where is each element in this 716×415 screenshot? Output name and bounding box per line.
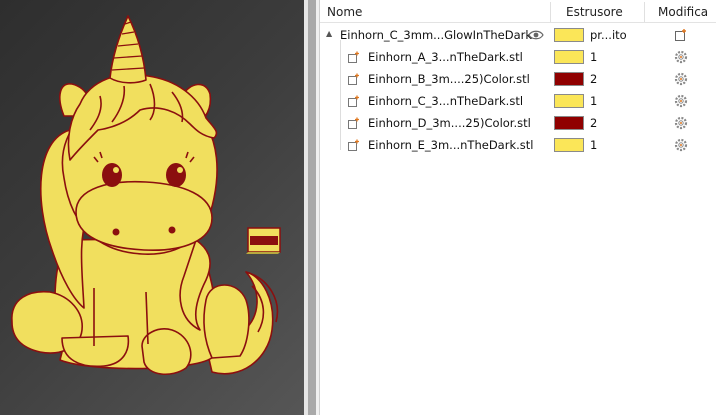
unicorn-model[interactable] — [0, 0, 304, 415]
gear-icon[interactable] — [674, 116, 688, 130]
splitter-handle[interactable] — [308, 0, 316, 415]
part-name[interactable]: Einhorn_E_3m...nTheDark.stl — [368, 134, 533, 156]
column-header-name[interactable]: Nome — [327, 0, 362, 22]
part-name[interactable]: Einhorn_B_3m....25)Color.stl — [368, 68, 530, 90]
part-row[interactable]: Einhorn_B_3m....25)Color.stl 2 — [320, 68, 716, 90]
extruder-color-swatch[interactable] — [554, 116, 584, 130]
add-part-icon — [348, 117, 359, 129]
extruder-color-swatch[interactable] — [554, 94, 584, 108]
extruder-value[interactable]: 1 — [590, 134, 597, 156]
part-name[interactable]: Einhorn_C_3...nTheDark.stl — [368, 90, 523, 112]
gear-icon[interactable] — [674, 94, 688, 108]
add-modifier-icon[interactable] — [674, 28, 688, 42]
part-name[interactable]: Einhorn_A_3...nTheDark.stl — [368, 46, 523, 68]
gear-icon[interactable] — [674, 50, 688, 64]
extruder-color-swatch[interactable] — [554, 72, 584, 86]
extruder-color-swatch[interactable] — [554, 50, 584, 64]
collapse-arrow-icon[interactable]: ▲ — [326, 29, 336, 39]
column-header-extruder[interactable]: Estrusore — [566, 0, 623, 22]
object-row-root[interactable]: ▲ Einhorn_C_3mm...GlowInTheDark pr...ito — [320, 24, 716, 46]
column-divider[interactable] — [644, 2, 645, 22]
column-header-modify[interactable]: Modifica — [658, 0, 708, 22]
part-row[interactable]: Einhorn_D_3m....25)Color.stl 2 — [320, 112, 716, 134]
column-divider[interactable] — [550, 2, 551, 22]
extruder-color-swatch[interactable] — [554, 138, 584, 152]
part-name[interactable]: Einhorn_D_3m....25)Color.stl — [368, 112, 531, 134]
gear-icon[interactable] — [674, 72, 688, 86]
object-list-header: Nome Estrusore Modifica — [320, 0, 716, 23]
add-part-icon — [348, 73, 359, 85]
add-part-icon — [348, 51, 359, 63]
small-block-object[interactable] — [246, 227, 281, 254]
extruder-value[interactable]: 1 — [590, 90, 597, 112]
add-part-icon — [348, 139, 359, 151]
3d-viewport[interactable] — [0, 0, 304, 415]
part-row[interactable]: Einhorn_E_3m...nTheDark.stl 1 — [320, 134, 716, 156]
add-part-icon — [348, 95, 359, 107]
eye-icon[interactable] — [528, 29, 544, 41]
part-row[interactable]: Einhorn_A_3...nTheDark.stl 1 — [320, 46, 716, 68]
extruder-value[interactable]: 1 — [590, 46, 597, 68]
extruder-value[interactable]: 2 — [590, 112, 597, 134]
part-row[interactable]: Einhorn_C_3...nTheDark.stl 1 — [320, 90, 716, 112]
object-name[interactable]: Einhorn_C_3mm...GlowInTheDark — [340, 24, 532, 46]
extruder-color-swatch[interactable] — [554, 28, 584, 42]
extruder-value[interactable]: 2 — [590, 68, 597, 90]
extruder-value[interactable]: pr...ito — [590, 24, 627, 46]
object-list-panel: Nome Estrusore Modifica ▲ Einhorn_C_3mm.… — [320, 0, 716, 415]
gear-icon[interactable] — [674, 138, 688, 152]
